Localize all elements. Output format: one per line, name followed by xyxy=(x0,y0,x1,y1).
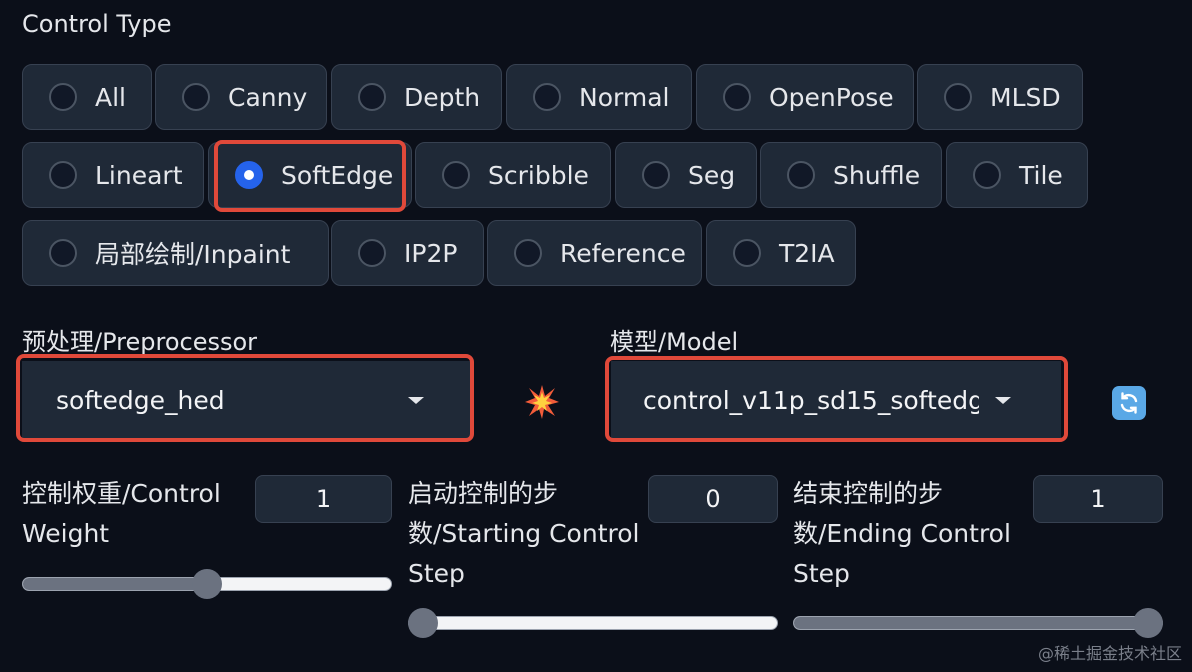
radio-circle-icon xyxy=(358,83,386,111)
radio-circle-icon xyxy=(733,239,761,267)
radio-scribble[interactable]: Scribble xyxy=(415,142,611,208)
radio-label: MLSD xyxy=(990,82,1061,112)
radio-circle-icon xyxy=(49,83,77,111)
model-label: 模型/Model xyxy=(610,328,739,356)
radio-circle-icon xyxy=(49,161,77,189)
ending-step-label: 结束控制的步数/Ending Control Step xyxy=(793,479,1011,588)
radio-circle-icon xyxy=(642,161,670,189)
radio-label: OpenPose xyxy=(769,82,894,112)
slider-fill xyxy=(794,617,1162,629)
radio-normal[interactable]: Normal xyxy=(506,64,692,130)
starting-step-slider[interactable] xyxy=(408,616,778,630)
radio-label: Reference xyxy=(560,238,686,268)
radio-canny[interactable]: Canny xyxy=(155,64,327,130)
radio-circle-icon xyxy=(358,239,386,267)
control-weight-slider-thumb[interactable] xyxy=(192,569,222,599)
radio-circle-icon xyxy=(533,83,561,111)
radio-circle-icon xyxy=(787,161,815,189)
radio-label: Seg xyxy=(688,160,736,190)
radio-reference[interactable]: Reference xyxy=(487,220,702,286)
watermark: @稀土掘金技术社区 xyxy=(1037,644,1182,663)
radio-all[interactable]: All xyxy=(22,64,152,130)
radio-inpaint[interactable]: 局部绘制/Inpaint xyxy=(22,220,329,286)
starting-step-slider-thumb[interactable] xyxy=(408,608,438,638)
preprocessor-label: 预处理/Preprocessor xyxy=(22,328,258,356)
radio-shuffle[interactable]: Shuffle xyxy=(760,142,942,208)
radio-label: SoftEdge xyxy=(281,160,394,190)
control-weight-input[interactable]: 1 xyxy=(255,475,392,523)
radio-label: Depth xyxy=(404,82,481,112)
radio-openpose[interactable]: OpenPose xyxy=(696,64,914,130)
radio-circle-icon xyxy=(182,83,210,111)
control-type-label: Control Type xyxy=(22,10,172,38)
radio-label: IP2P xyxy=(404,238,458,268)
preprocessor-value: softedge_hed xyxy=(56,385,225,415)
radio-label: Tile xyxy=(1019,160,1063,190)
radio-circle-icon xyxy=(723,83,751,111)
starting-step-label: 启动控制的步数/Starting Control Step xyxy=(408,479,640,588)
radio-circle-icon xyxy=(973,161,1001,189)
slider-fill xyxy=(23,578,207,590)
radio-tile[interactable]: Tile xyxy=(946,142,1088,208)
radio-selected-icon xyxy=(235,161,263,189)
radio-label: Normal xyxy=(579,82,670,112)
ending-step-slider[interactable] xyxy=(793,616,1163,630)
preprocessor-dropdown[interactable]: softedge_hed xyxy=(22,361,470,439)
radio-label: Lineart xyxy=(95,160,183,190)
radio-label: All xyxy=(95,82,126,112)
chevron-down-icon xyxy=(408,397,424,404)
radio-circle-icon xyxy=(49,239,77,267)
radio-label: T2IA xyxy=(779,238,835,268)
radio-lineart[interactable]: Lineart xyxy=(22,142,204,208)
radio-circle-icon xyxy=(944,83,972,111)
radio-seg[interactable]: Seg xyxy=(615,142,757,208)
radio-depth[interactable]: Depth xyxy=(331,64,502,130)
radio-circle-icon xyxy=(442,161,470,189)
radio-t2ia[interactable]: T2IA xyxy=(706,220,856,286)
ending-step-slider-thumb[interactable] xyxy=(1133,608,1163,638)
radio-mlsd[interactable]: MLSD xyxy=(917,64,1083,130)
radio-label: Scribble xyxy=(488,160,589,190)
model-value: control_v11p_sd15_softedge xyxy=(643,385,979,415)
radio-label: 局部绘制/Inpaint xyxy=(95,240,291,269)
refresh-icon[interactable] xyxy=(1112,386,1146,420)
model-dropdown[interactable]: control_v11p_sd15_softedge xyxy=(611,361,1061,439)
radio-circle-icon xyxy=(514,239,542,267)
radio-label: Canny xyxy=(228,82,308,112)
ending-step-input[interactable]: 1 xyxy=(1033,475,1163,523)
explosion-icon[interactable] xyxy=(524,384,560,420)
control-weight-label: 控制权重/Control Weight xyxy=(22,479,221,548)
radio-ip2p[interactable]: IP2P xyxy=(331,220,484,286)
radio-softedge[interactable]: SoftEdge xyxy=(208,142,412,208)
starting-step-input[interactable]: 0 xyxy=(648,475,778,523)
radio-label: Shuffle xyxy=(833,160,921,190)
chevron-down-icon xyxy=(995,397,1011,404)
